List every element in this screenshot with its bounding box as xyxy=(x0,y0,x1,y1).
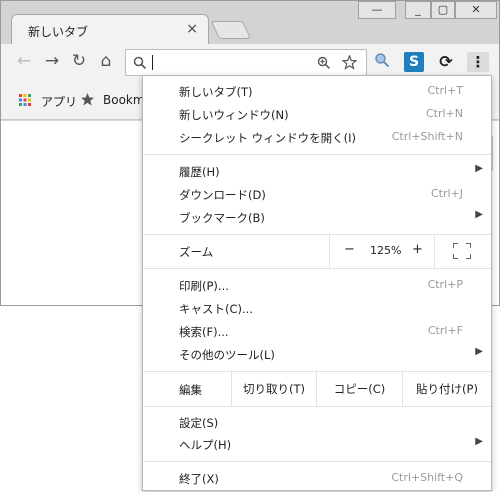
menu-item-shortcut: Ctrl+Shift+N xyxy=(391,130,463,143)
submenu-arrow-icon: ▶ xyxy=(475,163,483,174)
apps-bookmark[interactable]: アプリ xyxy=(41,93,77,110)
search-extension-icon[interactable] xyxy=(372,52,392,72)
menu-item-downloads[interactable]: ダウンロード(D) Ctrl+J xyxy=(143,183,491,205)
fullscreen-icon[interactable] xyxy=(453,243,471,259)
zoom-in-button[interactable]: + xyxy=(412,242,423,257)
cut-button[interactable]: 切り取り(T) xyxy=(231,372,317,406)
menu-divider xyxy=(143,268,491,269)
menu-divider xyxy=(143,154,491,155)
chrome-menu-button[interactable]: ⋮ xyxy=(467,52,489,72)
menu-item-shortcut: Ctrl+T xyxy=(427,84,463,97)
copy-button[interactable]: コピー(C) xyxy=(317,372,403,406)
tab-title: 新しいタブ xyxy=(28,25,89,39)
edit-label: 編集 xyxy=(179,383,202,397)
menu-item-label: 検索(F)... xyxy=(179,325,229,339)
title-bar: 新しいタブ × — _ ▢ ✕ xyxy=(1,1,499,44)
zoom-label: ズーム xyxy=(179,245,214,259)
menu-item-bookmarks[interactable]: ブックマーク(B) ▶ xyxy=(143,206,491,228)
menu-item-cast[interactable]: キャスト(C)... xyxy=(143,297,491,319)
menu-item-shortcut: Ctrl+P xyxy=(427,278,463,291)
menu-item-print[interactable]: 印刷(P)... Ctrl+P xyxy=(143,274,491,296)
menu-item-label: 新しいウィンドウ(N) xyxy=(179,108,289,122)
menu-item-label: その他のツール(L) xyxy=(179,348,275,362)
menu-item-label: ブックマーク(B) xyxy=(179,211,265,225)
menu-item-shortcut: Ctrl+Shift+Q xyxy=(391,471,463,484)
menu-item-label: 印刷(P)... xyxy=(179,279,229,293)
close-window-button[interactable]: ✕ xyxy=(455,1,497,19)
edit-row: 編集 切り取り(T) コピー(C) 貼り付け(P) xyxy=(143,372,491,406)
zoom-level: 125% xyxy=(370,244,402,257)
menu-item-label: キャスト(C)... xyxy=(179,302,253,316)
apps-icon[interactable] xyxy=(19,94,31,106)
submenu-arrow-icon: ▶ xyxy=(475,346,483,357)
chrome-main-menu: 新しいタブ(T) Ctrl+T 新しいウィンドウ(N) Ctrl+N シークレッ… xyxy=(142,75,492,491)
menu-item-label: 新しいタブ(T) xyxy=(179,85,253,99)
maximize-button[interactable]: ▢ xyxy=(431,1,455,19)
zoom-controls: − 125% + xyxy=(329,234,435,268)
omnibox-cursor xyxy=(152,55,153,70)
menu-divider xyxy=(143,461,491,462)
forward-button[interactable]: → xyxy=(41,50,63,72)
menu-item-label: 履歴(H) xyxy=(179,165,220,179)
submenu-arrow-icon: ▶ xyxy=(475,436,483,447)
omnibox[interactable] xyxy=(125,49,367,76)
menu-item-shortcut: Ctrl+F xyxy=(427,324,463,337)
zoom-out-button[interactable]: − xyxy=(344,242,355,257)
tab-close-icon[interactable]: × xyxy=(186,21,198,37)
sync-extension-icon[interactable]: ⟳ xyxy=(436,52,456,72)
zoom-indicator-icon[interactable] xyxy=(317,56,331,70)
back-button[interactable]: ← xyxy=(13,50,35,72)
menu-item-history[interactable]: 履歴(H) ▶ xyxy=(143,160,491,182)
menu-item-label: シークレット ウィンドウを開く(I) xyxy=(179,131,357,145)
menu-item-incognito[interactable]: シークレット ウィンドウを開く(I) Ctrl+Shift+N xyxy=(143,126,491,148)
menu-item-shortcut: Ctrl+N xyxy=(425,107,463,120)
tab-new-tab[interactable]: 新しいタブ × xyxy=(11,14,209,44)
paste-button[interactable]: 貼り付け(P) xyxy=(403,372,491,406)
star-bookmark-icon[interactable] xyxy=(80,92,95,110)
minimize-icon[interactable]: _ xyxy=(405,1,431,19)
bookmark-star-icon[interactable] xyxy=(342,55,357,70)
s-extension-icon[interactable]: S xyxy=(404,52,424,72)
search-icon xyxy=(133,56,147,70)
menu-item-label: ヘルプ(H) xyxy=(179,438,232,452)
reload-button[interactable]: ↻ xyxy=(68,50,90,72)
menu-item-settings[interactable]: 設定(S) xyxy=(143,411,491,433)
menu-item-find[interactable]: 検索(F)... Ctrl+F xyxy=(143,320,491,342)
zoom-row: ズーム − 125% + xyxy=(143,234,491,268)
menu-item-label: 設定(S) xyxy=(179,416,219,430)
menu-item-label: ダウンロード(D) xyxy=(179,188,266,202)
submenu-arrow-icon: ▶ xyxy=(475,209,483,220)
menu-item-more-tools[interactable]: その他のツール(L) ▶ xyxy=(143,343,491,365)
menu-item-new-window[interactable]: 新しいウィンドウ(N) Ctrl+N xyxy=(143,103,491,125)
menu-divider xyxy=(143,406,491,407)
menu-item-help[interactable]: ヘルプ(H) ▶ xyxy=(143,433,491,455)
home-button[interactable]: ⌂ xyxy=(95,50,117,72)
menu-item-label: 終了(X) xyxy=(179,472,219,486)
menu-item-exit[interactable]: 終了(X) Ctrl+Shift+Q xyxy=(143,467,491,489)
menu-item-shortcut: Ctrl+J xyxy=(430,187,463,200)
menu-item-new-tab[interactable]: 新しいタブ(T) Ctrl+T xyxy=(143,80,491,102)
minimize-button[interactable]: — xyxy=(358,1,396,19)
new-tab-button[interactable] xyxy=(210,21,252,39)
